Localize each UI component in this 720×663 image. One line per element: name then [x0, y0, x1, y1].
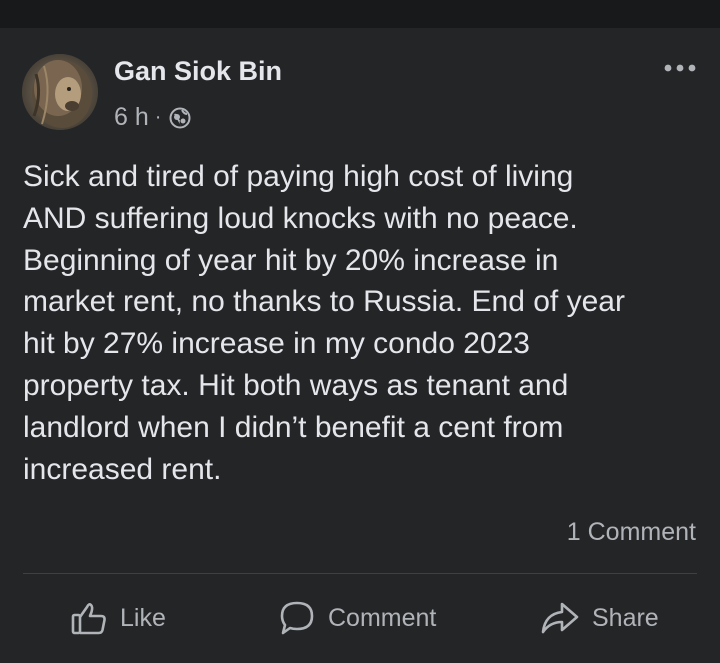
top-strip: [0, 0, 720, 28]
share-label: Share: [592, 603, 659, 632]
more-options-button[interactable]: [662, 58, 698, 78]
comment-label: Comment: [328, 603, 437, 632]
thumbs-up-icon: [70, 599, 108, 637]
lion-avatar-image: [22, 54, 98, 130]
meta-separator: ·: [154, 106, 162, 128]
post-meta: 6 h ·: [114, 103, 191, 132]
divider: [23, 573, 697, 574]
post-card: Gan Siok Bin 6 h · Sick and tired of pay…: [0, 28, 720, 663]
comment-icon: [278, 599, 316, 637]
post-text: Sick and tired of paying high cost of li…: [23, 160, 625, 486]
avatar[interactable]: [22, 54, 98, 130]
post-time[interactable]: 6 h: [114, 103, 149, 132]
share-button[interactable]: Share: [540, 590, 659, 646]
like-button[interactable]: Like: [70, 590, 166, 646]
like-label: Like: [120, 603, 166, 632]
comment-button[interactable]: Comment: [278, 590, 436, 646]
action-bar: Like Comment Share: [0, 590, 720, 646]
globe-icon: [169, 107, 191, 129]
more-horizontal-icon: [664, 64, 696, 72]
comment-count[interactable]: 1 Comment: [567, 518, 696, 547]
author-name[interactable]: Gan Siok Bin: [114, 56, 282, 87]
share-icon: [540, 599, 580, 637]
